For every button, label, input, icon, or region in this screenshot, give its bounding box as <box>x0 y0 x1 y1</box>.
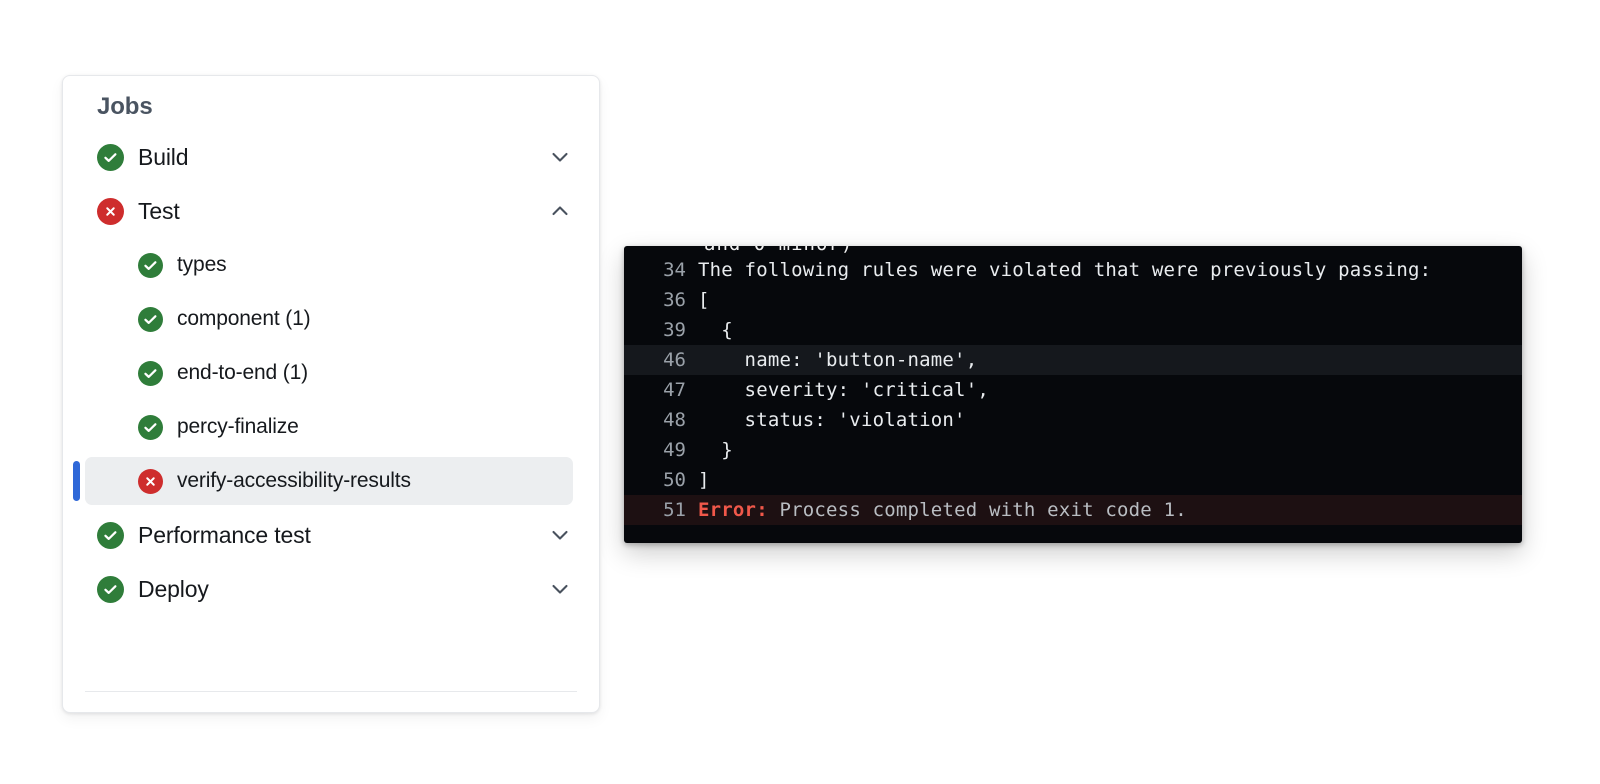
selected-row-indicator <box>73 461 80 501</box>
log-line: 34 The following rules were violated that… <box>624 255 1522 285</box>
log-line-number[interactable]: 51 <box>624 499 698 521</box>
log-clipped-top-line: and 0 minor) <box>704 246 853 255</box>
log-line-text: ] <box>698 469 710 491</box>
job-row-test[interactable]: Test <box>97 187 573 235</box>
x-circle-icon <box>138 468 163 494</box>
job-row-label: Build <box>138 143 189 170</box>
jobs-list: Build Test types component (1) end-to-end (1… <box>63 133 599 613</box>
jobs-panel: Jobs Build Test types component (1) end-to-e… <box>62 75 600 713</box>
chevron-down-icon[interactable] <box>547 144 573 170</box>
job-row-types[interactable]: types <box>138 241 573 289</box>
job-row-percy-finalize[interactable]: percy-finalize <box>138 403 573 451</box>
job-row-deploy[interactable]: Deploy <box>97 565 573 613</box>
log-line-text: { <box>698 319 733 341</box>
check-circle-icon <box>97 143 124 171</box>
log-line-number[interactable]: 49 <box>624 439 698 461</box>
log-line-number[interactable]: 50 <box>624 469 698 491</box>
log-line: 39 { <box>624 315 1522 345</box>
job-row-label: types <box>177 253 227 276</box>
x-circle-icon <box>97 197 124 225</box>
check-circle-icon <box>138 252 163 278</box>
log-error-tag: Error: <box>698 499 768 521</box>
job-row-label: end-to-end (1) <box>177 361 308 384</box>
log-line: 36[ <box>624 285 1522 315</box>
page-title: Jobs <box>97 93 153 120</box>
log-line-text: name: 'button-name', <box>698 349 978 371</box>
log-line-text: The following rules were violated that w… <box>698 259 1432 281</box>
build-log-panel[interactable]: and 0 minor) 34The following rules were … <box>624 246 1522 543</box>
check-circle-icon <box>97 575 124 603</box>
chevron-down-icon[interactable] <box>547 522 573 548</box>
check-circle-icon <box>138 414 163 440</box>
card-divider <box>85 691 577 692</box>
log-line-list: 34 The following rules were violated that… <box>624 255 1522 525</box>
log-line-text: status: 'violation' <box>698 409 966 431</box>
log-line: 46 name: 'button-name', <box>624 345 1522 375</box>
chevron-up-icon[interactable] <box>547 198 573 224</box>
log-line-number[interactable]: 47 <box>624 379 698 401</box>
check-circle-icon <box>97 521 124 549</box>
log-line: 47 severity: 'critical', <box>624 375 1522 405</box>
chevron-down-icon[interactable] <box>547 576 573 602</box>
job-row-label: percy-finalize <box>177 415 299 438</box>
log-line-number[interactable]: 46 <box>624 349 698 371</box>
job-row-build[interactable]: Build <box>97 133 573 181</box>
log-line-text: } <box>698 439 733 461</box>
log-error-message: Process completed with exit code 1. <box>767 499 1187 521</box>
log-line-number[interactable]: 34 <box>624 259 698 281</box>
job-row-label: component (1) <box>177 307 311 330</box>
job-row-label: Test <box>138 197 180 224</box>
job-row-end-to-end-1[interactable]: end-to-end (1) <box>138 349 573 397</box>
job-row-label: verify-accessibility-results <box>177 469 411 492</box>
log-line-number[interactable]: 36 <box>624 289 698 311</box>
log-line-number[interactable]: 48 <box>624 409 698 431</box>
log-line: 48 status: 'violation' <box>624 405 1522 435</box>
job-row-verify-accessibility-results[interactable]: verify-accessibility-results <box>73 457 573 505</box>
check-circle-icon <box>138 360 163 386</box>
job-row-label: Deploy <box>138 575 209 602</box>
log-line-text: [ <box>698 289 710 311</box>
job-row-performance-test[interactable]: Performance test <box>97 511 573 559</box>
log-line: 50] <box>624 465 1522 495</box>
log-line-number[interactable]: 39 <box>624 319 698 341</box>
log-line: 49 } <box>624 435 1522 465</box>
log-line-text: severity: 'critical', <box>698 379 989 401</box>
job-row-label: Performance test <box>138 521 311 548</box>
job-row-component-1[interactable]: component (1) <box>138 295 573 343</box>
log-line-text: Error: Process completed with exit code … <box>698 499 1522 521</box>
log-line: 51 Error: Process completed with exit cod… <box>624 495 1522 525</box>
check-circle-icon <box>138 306 163 332</box>
